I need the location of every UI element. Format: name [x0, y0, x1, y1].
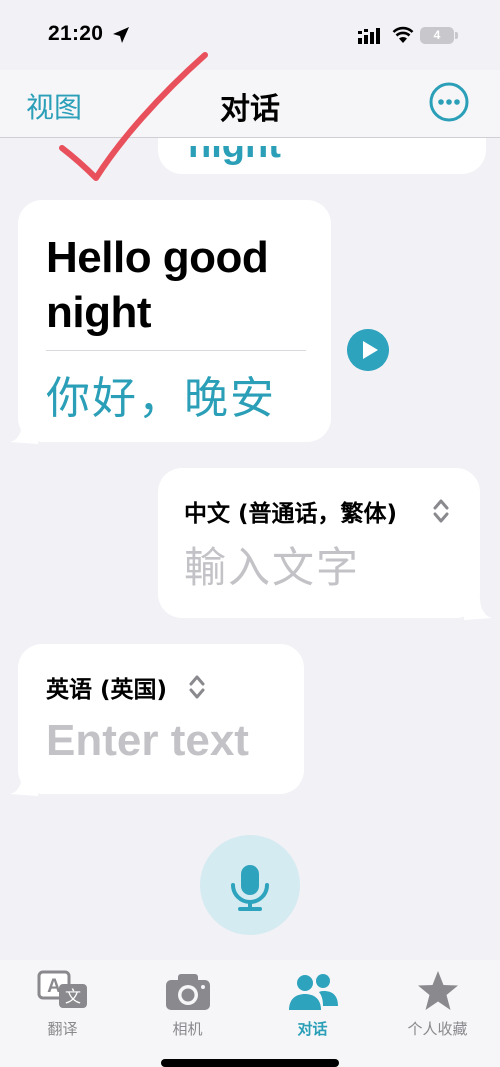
home-indicator	[161, 1059, 339, 1067]
ellipsis-circle-icon[interactable]	[429, 82, 469, 122]
tab-camera[interactable]: 相机	[125, 968, 250, 1048]
camera-icon	[165, 974, 210, 1010]
previous-message-text: night	[188, 146, 281, 167]
english-text-input[interactable]: Enter text	[46, 716, 249, 766]
tab-favorites[interactable]: 个人收藏	[375, 968, 500, 1048]
english-input-bubble[interactable]: 英语 (英国) Enter text	[18, 644, 304, 794]
tab-translate[interactable]: A 文 翻译	[0, 968, 125, 1048]
translate-icon: A 文	[37, 970, 87, 1008]
tab-camera-label: 相机	[172, 1020, 203, 1038]
tab-conversation[interactable]: 对话	[250, 968, 375, 1048]
chinese-language-selector[interactable]: 中文 (普通话，繁体)	[184, 494, 397, 528]
bubble-tail	[10, 774, 38, 796]
navigation-bar: 视图 对话	[0, 70, 500, 138]
location-arrow-icon	[113, 27, 129, 43]
tab-translate-label: 翻译	[47, 1020, 78, 1038]
tab-favorites-label: 个人收藏	[407, 1020, 468, 1038]
english-language-selector[interactable]: 英语 (英国)	[46, 670, 167, 704]
chevron-up-down-icon[interactable]	[188, 674, 206, 700]
bubble-tail	[10, 422, 38, 444]
chevron-up-down-icon[interactable]	[432, 498, 450, 524]
tab-conversation-label: 对话	[297, 1020, 328, 1038]
translated-text: 你好，晚安	[46, 373, 276, 424]
status-time: 21:20	[48, 22, 104, 45]
microphone-button[interactable]	[200, 835, 300, 935]
microphone-icon	[231, 865, 269, 911]
star-icon	[417, 971, 458, 1010]
translation-bubble[interactable]: Hello good night 你好，晚安	[18, 200, 331, 442]
battery-icon: 4	[420, 27, 458, 44]
chinese-input-bubble[interactable]: 中文 (普通话，繁体) 輸入文字	[158, 468, 480, 618]
page-title: 对话	[220, 92, 280, 127]
previous-message-bubble[interactable]: night	[158, 138, 486, 174]
svg-text:文: 文	[64, 987, 80, 1006]
chinese-text-input[interactable]: 輸入文字	[184, 534, 360, 595]
tab-bar: A 文 翻译 相机 对话 个人收藏	[0, 960, 500, 1067]
status-bar: 21:20 4	[0, 0, 500, 70]
conversation-area[interactable]: night Hello good night 你好，晚安 中文 (普通话，繁体)…	[0, 138, 500, 960]
divider	[46, 350, 306, 351]
signal-icon	[358, 28, 380, 44]
bubble-tail	[464, 598, 492, 620]
source-text: Hello good night	[46, 233, 269, 337]
battery-level: 4	[433, 28, 441, 42]
people-icon	[288, 974, 338, 1010]
play-icon[interactable]	[347, 329, 389, 371]
wifi-icon	[392, 26, 414, 43]
